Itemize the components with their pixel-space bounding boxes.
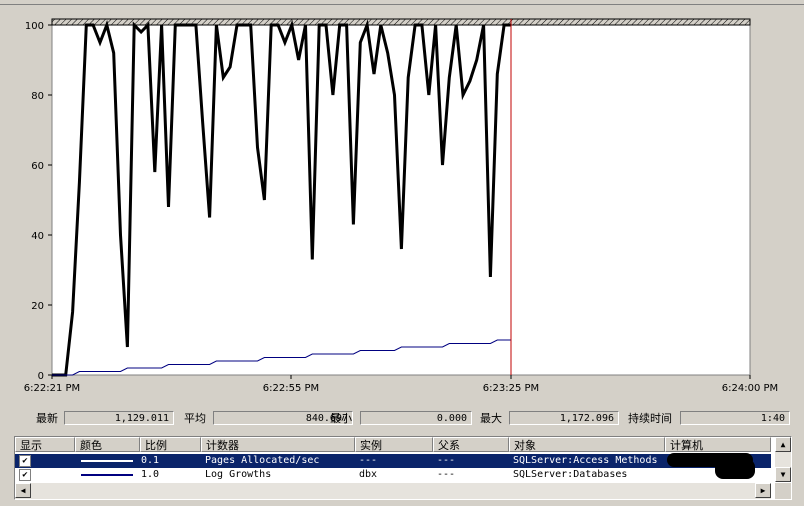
counter-cell: Pages Allocated/sec <box>205 455 320 466</box>
object-cell: SQLServer:Databases <box>513 469 628 480</box>
counter-cell: Log Growths <box>205 469 272 480</box>
max-label: 最大 <box>480 412 502 425</box>
overflow-band <box>51 18 751 26</box>
header-computer[interactable]: 计算机 <box>665 437 771 452</box>
performance-chart: 100 80 60 40 20 0 6:22:21 PM 6:22:55 PM 6:23:25… <box>24 18 778 394</box>
min-label: 最小 <box>330 412 352 425</box>
last-label: 最新 <box>36 412 58 425</box>
x-tick-label: 6:22:21 PM <box>24 383 80 394</box>
parent-cell: --- <box>437 469 456 480</box>
y-tick-label: 100 <box>25 21 44 32</box>
x-tick-label: 6:24:00 PM <box>722 383 778 394</box>
header-instance[interactable]: 实例 <box>355 437 433 452</box>
header-counter[interactable]: 计数器 <box>201 437 355 452</box>
x-tick-label: 6:22:55 PM <box>263 383 319 394</box>
horizontal-scrollbar[interactable]: ◀ ▶ <box>15 483 771 499</box>
avg-label: 平均 <box>184 412 206 425</box>
duration-label: 持续时间 <box>628 412 672 425</box>
min-value: 0.000 <box>360 411 472 425</box>
scale-cell: 1.0 <box>141 469 160 480</box>
header-parent[interactable]: 父系 <box>433 437 509 452</box>
counter-row[interactable]: ✔ 0.1 Pages Allocated/sec --- --- SQLSer… <box>15 454 771 468</box>
header-scale[interactable]: 比例 <box>140 437 201 452</box>
object-cell: SQLServer:Access Methods <box>513 455 658 466</box>
y-axis: 100 80 60 40 20 0 <box>25 21 52 382</box>
color-swatch <box>81 474 133 476</box>
up-arrow-icon[interactable]: ▲ <box>775 437 791 452</box>
plot-area <box>51 24 751 376</box>
y-tick-label: 80 <box>31 91 44 102</box>
checkmark-icon[interactable]: ✔ <box>19 455 31 467</box>
y-tick-label: 40 <box>31 231 44 242</box>
left-arrow-icon[interactable]: ◀ <box>15 483 31 498</box>
instance-cell: dbx <box>359 469 378 480</box>
header-show[interactable]: 显示 <box>15 437 75 452</box>
checkmark-icon[interactable]: ✔ <box>19 469 31 481</box>
x-axis: 6:22:21 PM 6:22:55 PM 6:23:25 PM 6:24:00 PM <box>24 375 778 394</box>
color-swatch <box>81 460 133 462</box>
header-object[interactable]: 对象 <box>509 437 665 452</box>
x-tick-label: 6:23:25 PM <box>483 383 539 394</box>
scroll-corner <box>775 483 791 499</box>
counter-row[interactable]: ✔ 1.0 Log Growths dbx --- SQLServer:Data… <box>15 468 771 482</box>
instance-cell: --- <box>359 455 378 466</box>
vertical-scrollbar[interactable]: ▲ ▼ <box>774 437 791 482</box>
scale-cell: 0.1 <box>141 455 160 466</box>
y-tick-label: 60 <box>31 161 44 172</box>
y-tick-label: 20 <box>31 301 44 312</box>
y-tick-label: 0 <box>38 371 44 382</box>
max-value: 1,172.096 <box>509 411 619 425</box>
parent-cell: --- <box>437 455 456 466</box>
redaction-mark <box>715 459 755 479</box>
right-arrow-icon[interactable]: ▶ <box>755 483 771 498</box>
counter-list[interactable]: 显示 颜色 比例 计数器 实例 父系 对象 计算机 ✔ 0.1 Pages Al… <box>14 436 792 500</box>
duration-value: 1:40 <box>680 411 790 425</box>
last-value: 1,129.011 <box>64 411 174 425</box>
header-color[interactable]: 颜色 <box>75 437 140 452</box>
down-arrow-icon[interactable]: ▼ <box>775 467 791 482</box>
